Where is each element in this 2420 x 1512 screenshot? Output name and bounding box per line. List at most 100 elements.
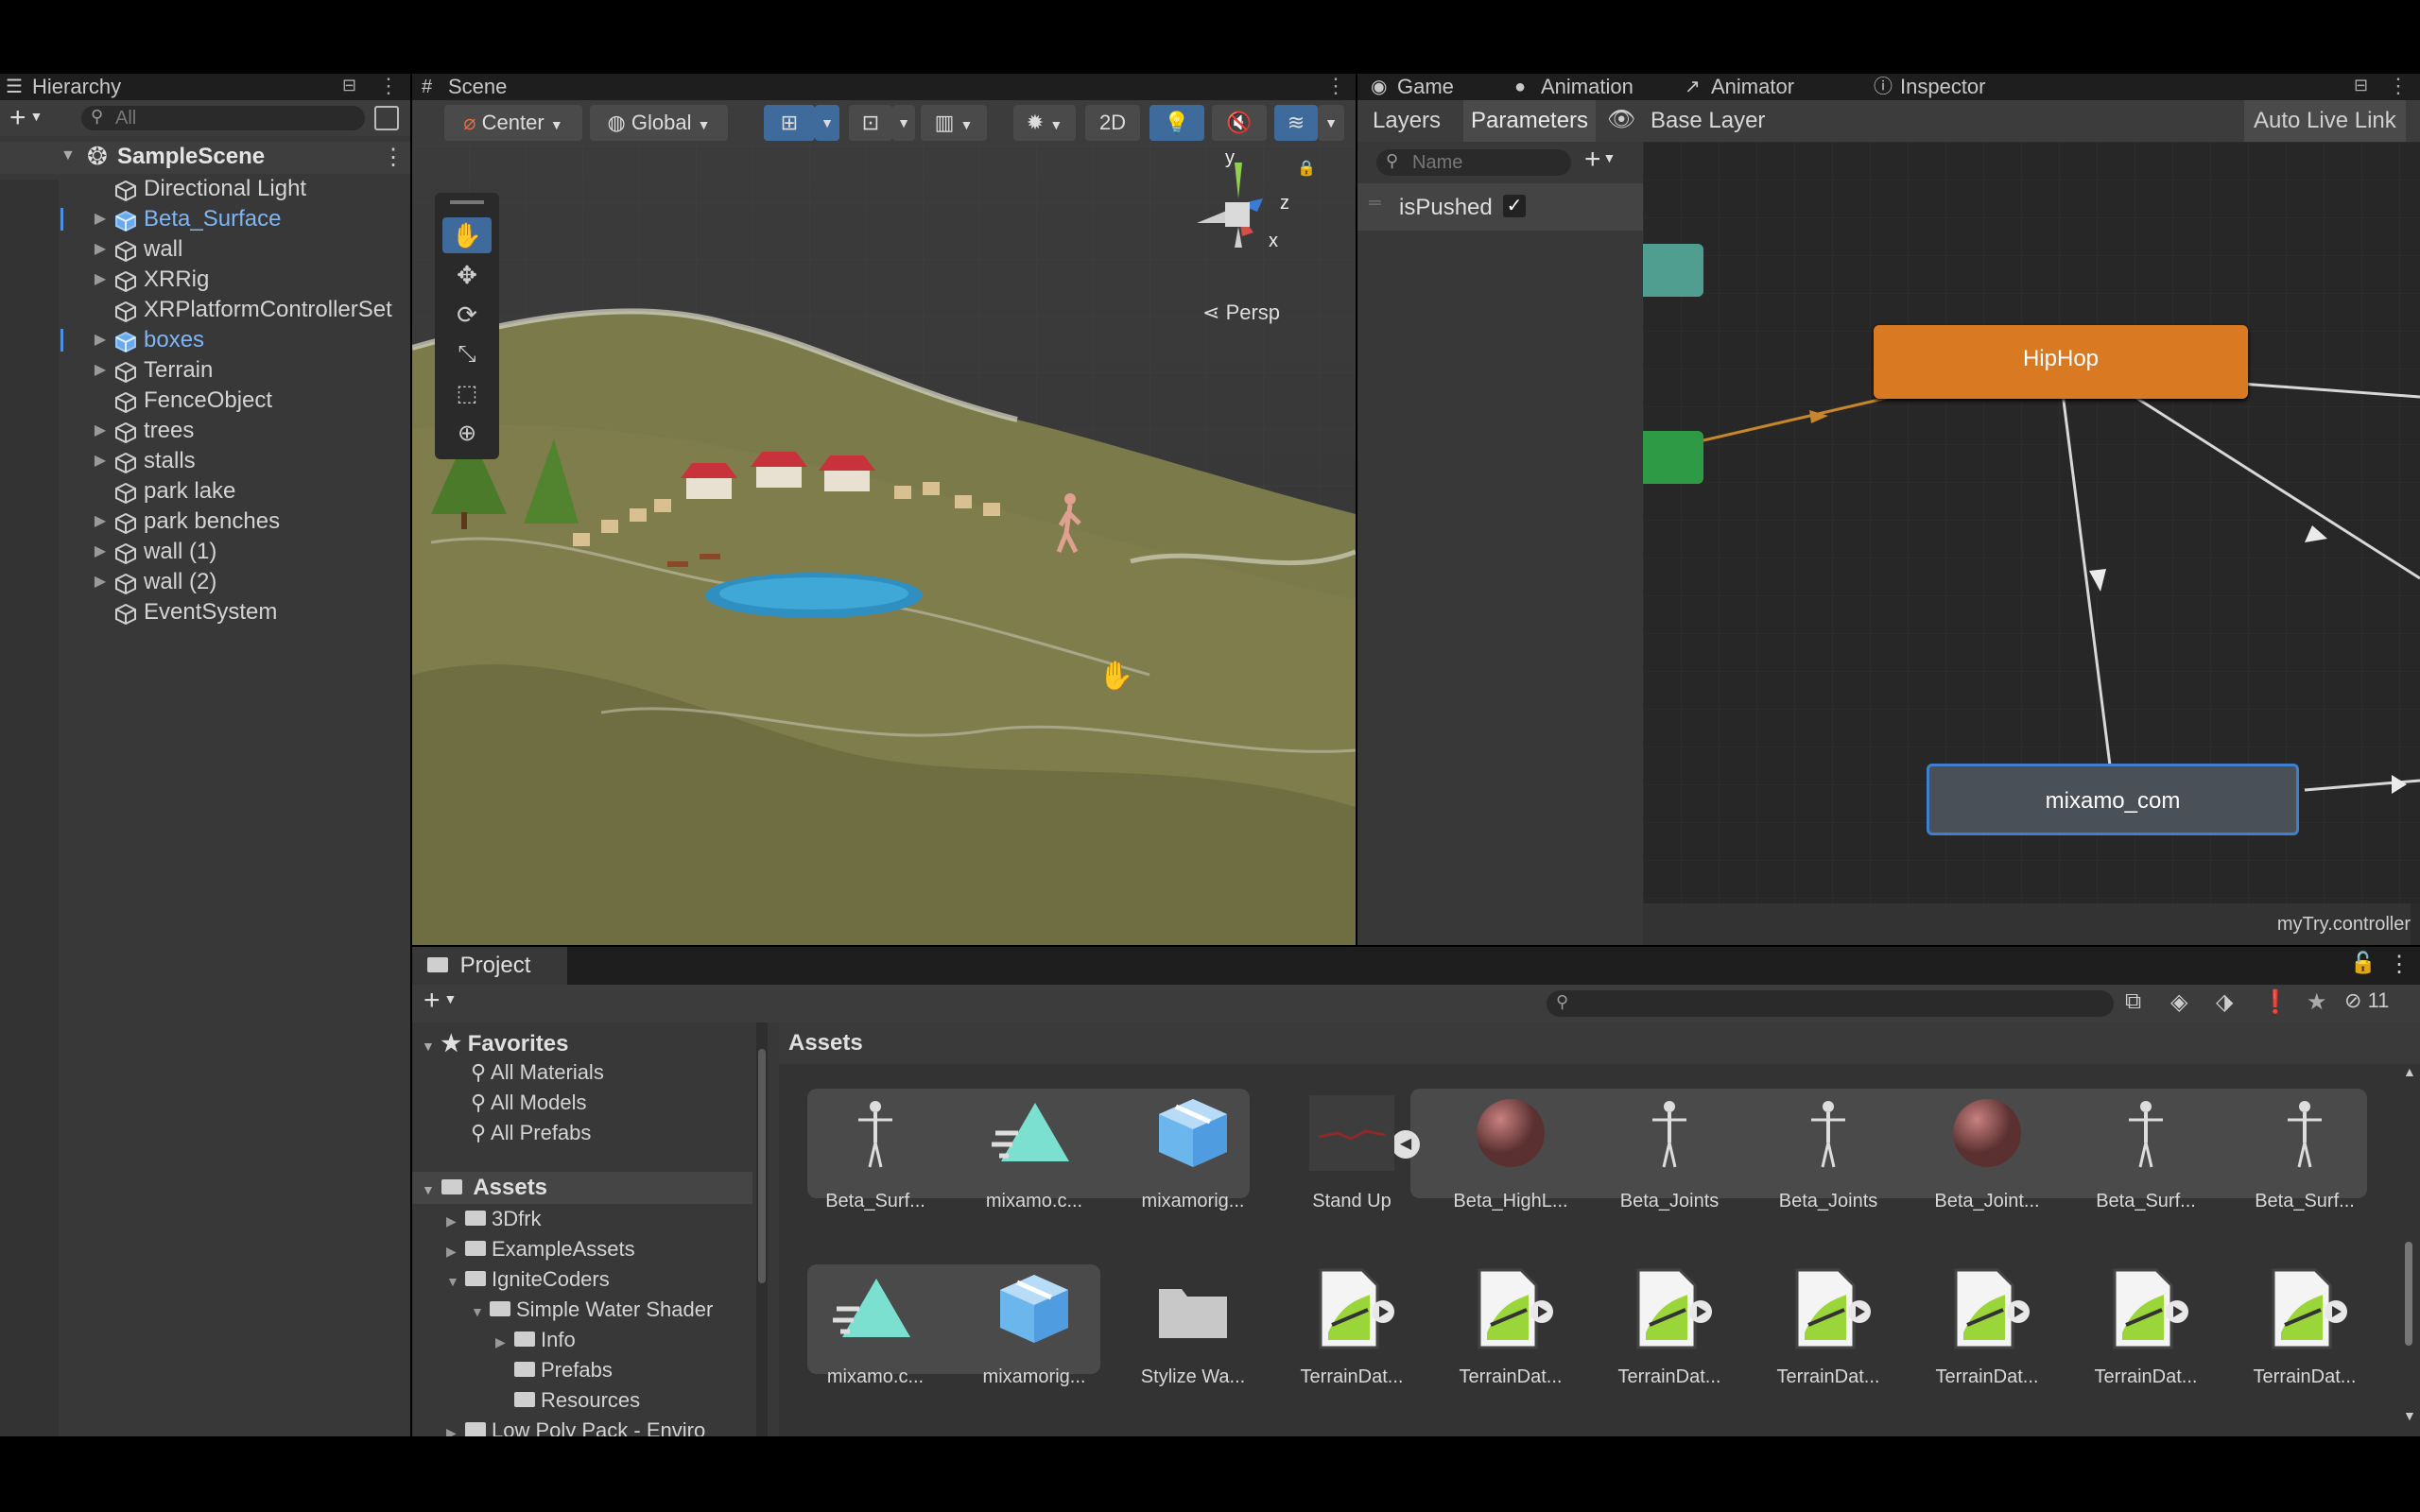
state-node-teal[interactable] bbox=[1643, 244, 1703, 297]
hidden-packages-toggle[interactable]: ⊘ 11 bbox=[2344, 988, 2389, 1013]
rotate-tool-icon[interactable]: ⟳ bbox=[442, 297, 492, 333]
chevron-right-icon[interactable]: ▶ bbox=[91, 416, 110, 446]
hand-tool-icon[interactable]: ✋ bbox=[442, 217, 492, 253]
folder-item[interactable]: ▶ ExampleAssets bbox=[446, 1234, 635, 1264]
chevron-right-icon[interactable]: ▶ bbox=[446, 1206, 465, 1236]
folder-item[interactable]: Prefabs bbox=[495, 1355, 613, 1385]
grid-snap-toggle[interactable]: ⊞ bbox=[764, 105, 815, 141]
grid-scrollbar-thumb[interactable] bbox=[2405, 1242, 2412, 1346]
warning-filter-icon[interactable]: ❗ bbox=[2261, 988, 2290, 1016]
asset-item[interactable]: Beta_Joint... bbox=[1911, 1077, 2063, 1219]
drag-handle[interactable] bbox=[450, 200, 484, 204]
folder-item[interactable]: ▶ 3Dfrk bbox=[446, 1204, 542, 1234]
base-layer-breadcrumb[interactable]: Base Layer bbox=[1651, 100, 1765, 142]
search-by-type-icon[interactable]: ⧉ bbox=[2125, 988, 2141, 1015]
asset-item[interactable]: TerrainDat... bbox=[1753, 1253, 1904, 1395]
tab-hierarchy[interactable]: ☰ Hierarchy bbox=[0, 74, 121, 100]
chevron-right-icon[interactable]: ▶ bbox=[91, 325, 110, 355]
folder-item[interactable]: ▶ Low Poly Pack - Enviro bbox=[446, 1416, 705, 1436]
lock-icon[interactable]: 🔒 bbox=[1297, 159, 1316, 178]
asset-item[interactable]: Beta_Joints bbox=[1753, 1077, 1904, 1219]
chevron-right-icon[interactable]: ▶ bbox=[91, 355, 110, 386]
asset-item[interactable]: mixamorig... bbox=[1117, 1077, 1269, 1219]
scroll-up-icon[interactable]: ▲ bbox=[2403, 1064, 2416, 1079]
asset-item[interactable]: Beta_Surf... bbox=[2070, 1077, 2221, 1219]
effects-dropdown[interactable]: ▼ bbox=[1318, 105, 1344, 141]
asset-item[interactable]: mixamo.c... bbox=[959, 1077, 1110, 1219]
tab-game[interactable]: ◉ Game bbox=[1365, 74, 1454, 100]
chevron-right-icon[interactable]: ▶ bbox=[495, 1327, 514, 1357]
ruler-toggle[interactable]: ▥ ▼ bbox=[921, 105, 987, 141]
tab-inspector[interactable]: ⓘ Inspector bbox=[1868, 74, 1986, 100]
scene-menu-icon[interactable]: ⋮ bbox=[382, 144, 405, 171]
hierarchy-item[interactable]: ▶ wall (2) bbox=[91, 567, 410, 597]
asset-item[interactable]: Stand Up bbox=[1276, 1077, 1427, 1219]
asset-item[interactable]: TerrainDat... bbox=[2070, 1253, 2221, 1395]
folder-item[interactable]: ▼ Simple Water Shader bbox=[471, 1295, 713, 1325]
scroll-down-icon[interactable]: ▼ bbox=[2403, 1408, 2416, 1423]
grid-scrollbar[interactable]: ▲ ▼ bbox=[2401, 1064, 2416, 1436]
hierarchy-item[interactable]: ▶ XRRig bbox=[91, 265, 410, 295]
asset-item[interactable]: TerrainDat... bbox=[2229, 1253, 2380, 1395]
hierarchy-item[interactable]: ▶ Terrain bbox=[91, 355, 410, 386]
chevron-right-icon[interactable]: ▶ bbox=[91, 204, 110, 234]
rect-tool-icon[interactable]: ⬚ bbox=[442, 376, 492, 412]
state-node-green[interactable] bbox=[1643, 431, 1703, 484]
incremental-snap-dropdown[interactable]: ▼ bbox=[892, 105, 915, 141]
scene-row[interactable]: ▼ ❂ SampleScene ⋮ bbox=[0, 142, 410, 174]
hierarchy-item[interactable]: XRPlatformControllerSet bbox=[91, 295, 410, 325]
add-parameter-button[interactable]: + ▼ bbox=[1584, 144, 1616, 176]
chevron-down-icon[interactable]: ▼ bbox=[471, 1297, 490, 1327]
hierarchy-item[interactable]: ▶ trees bbox=[91, 416, 410, 446]
orientation-gizmo[interactable]: y z x 🔒 bbox=[1187, 147, 1320, 289]
chevron-down-icon[interactable]: ▼ bbox=[446, 1266, 465, 1297]
asset-item[interactable]: Stylize Wa... bbox=[1117, 1253, 1269, 1395]
favorite-item[interactable]: ⚲ All Materials bbox=[471, 1060, 604, 1085]
incremental-snap-toggle[interactable]: ⊡ bbox=[849, 105, 892, 141]
hierarchy-item[interactable]: park lake bbox=[91, 476, 410, 507]
state-node-mixamo[interactable]: mixamo_com bbox=[1927, 764, 2299, 835]
transform-tool-icon[interactable]: ⊕ bbox=[442, 416, 492, 452]
asset-item[interactable]: TerrainDat... bbox=[1594, 1253, 1745, 1395]
parameter-checkbox[interactable]: ✓ bbox=[1503, 195, 1526, 217]
asset-item[interactable]: Beta_Joints bbox=[1594, 1077, 1745, 1219]
chevron-right-icon[interactable]: ▶ bbox=[91, 567, 110, 597]
drag-handle-icon[interactable]: ═ bbox=[1369, 193, 1381, 213]
chevron-right-icon[interactable]: ▶ bbox=[91, 537, 110, 567]
tab-scene[interactable]: # Scene bbox=[416, 74, 507, 100]
hierarchy-item[interactable]: ▶ stalls bbox=[91, 446, 410, 476]
pivot-dropdown[interactable]: ⌀ Center ▼ bbox=[444, 105, 582, 141]
asset-item[interactable]: mixamorig... bbox=[959, 1253, 1110, 1395]
favorite-star-icon[interactable]: ★ bbox=[2307, 988, 2327, 1016]
favorites-header[interactable]: ▼ ★ Favorites bbox=[422, 1030, 568, 1057]
audio-toggle[interactable]: 🔇 bbox=[1212, 105, 1267, 141]
asset-item[interactable]: TerrainDat... bbox=[1435, 1253, 1586, 1395]
asset-item[interactable]: TerrainDat... bbox=[1276, 1253, 1427, 1395]
favorite-item[interactable]: ⚲ All Models bbox=[471, 1091, 587, 1115]
asset-item[interactable]: Beta_HighL... bbox=[1435, 1077, 1586, 1219]
tab-animation[interactable]: ● Animation bbox=[1509, 74, 1634, 100]
hierarchy-item[interactable]: FenceObject bbox=[91, 386, 410, 416]
eye-icon[interactable]: 👁 bbox=[1607, 106, 1635, 133]
perspective-toggle[interactable]: ⋖ Persp bbox=[1202, 301, 1280, 325]
kebab-menu-icon[interactable]: ⋮ bbox=[378, 74, 399, 98]
kebab-menu-icon[interactable]: ⋮ bbox=[1325, 74, 1346, 98]
hierarchy-item[interactable]: ▶ wall (1) bbox=[91, 537, 410, 567]
parameter-search-field[interactable]: ⚲ Name bbox=[1376, 149, 1571, 176]
hierarchy-item[interactable]: EventSystem bbox=[91, 597, 410, 627]
asset-item[interactable]: TerrainDat... bbox=[1911, 1253, 2063, 1395]
scale-tool-icon[interactable]: ⤡ bbox=[442, 336, 492, 372]
lock-icon[interactable]: ⊟ bbox=[342, 76, 356, 95]
project-search-field[interactable]: ⚲ bbox=[1547, 990, 2114, 1017]
parameters-tab[interactable]: Parameters bbox=[1463, 100, 1597, 142]
asset-item[interactable]: Beta_Surf... bbox=[2229, 1077, 2380, 1219]
chevron-right-icon[interactable]: ▶ bbox=[91, 507, 110, 537]
chevron-right-icon[interactable]: ▶ bbox=[91, 234, 110, 265]
filter-by-label-icon[interactable]: ⬗ bbox=[2216, 988, 2233, 1016]
mode-2d-toggle[interactable]: 2D bbox=[1085, 105, 1140, 141]
kebab-menu-icon[interactable]: ⋮ bbox=[2388, 951, 2411, 978]
add-button[interactable]: + ▼ bbox=[9, 102, 43, 134]
auto-live-link-button[interactable]: Auto Live Link bbox=[2244, 100, 2406, 142]
hierarchy-item[interactable]: ▶ boxes bbox=[60, 325, 410, 355]
maximize-icon[interactable]: ⊟ bbox=[2354, 76, 2368, 95]
